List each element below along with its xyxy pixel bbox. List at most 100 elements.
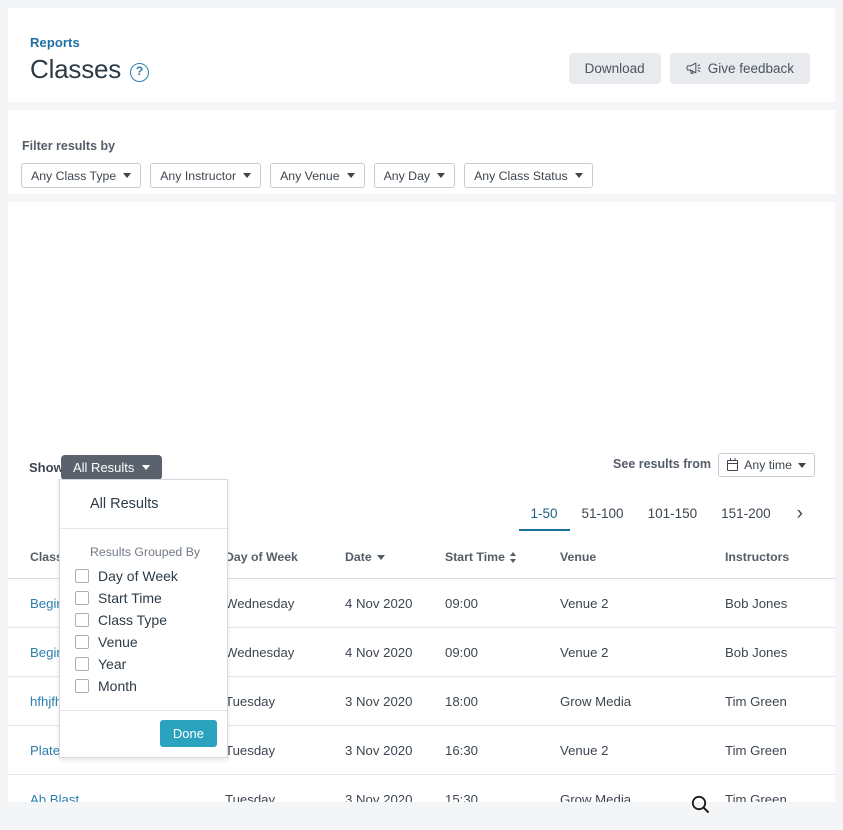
- cell-start-time: 09:00: [445, 579, 560, 628]
- cell-start-time-text: 09:00: [445, 645, 478, 660]
- column-header-venue[interactable]: Venue: [560, 550, 725, 579]
- chevron-down-icon: [798, 463, 806, 468]
- cell-date-text: 3 Nov 2020: [345, 694, 412, 709]
- page-title-row: Classes ?: [30, 54, 149, 85]
- filter-day-label: Any Day: [384, 169, 430, 183]
- filter-class-status[interactable]: Any Class Status: [464, 163, 593, 188]
- cell-day-of-week: Tuesday: [225, 726, 345, 775]
- time-range-filter[interactable]: Any time: [718, 453, 815, 477]
- cell-day-of-week: Wednesday: [225, 579, 345, 628]
- breadcrumb-reports[interactable]: Reports: [30, 35, 80, 50]
- column-header-instructors[interactable]: Instructors: [725, 550, 835, 579]
- cell-instructors: Tim Green: [725, 775, 835, 803]
- cell-class-name-text: hfhjfh: [30, 694, 62, 709]
- cell-venue-text: Venue 2: [560, 645, 608, 660]
- page-root: Reports Classes ? Download Give feedback: [0, 0, 843, 830]
- cell-class-name[interactable]: Ab Blast: [8, 775, 225, 803]
- download-button[interactable]: Download: [569, 53, 661, 84]
- dropdown-option-day-of-week[interactable]: Day of Week: [60, 565, 227, 587]
- dropdown-option-all-results[interactable]: All Results: [60, 480, 227, 529]
- dropdown-option-label: Month: [98, 678, 137, 694]
- column-header-day-of-week[interactable]: Day of Week: [225, 550, 345, 579]
- dropdown-option-start-time[interactable]: Start Time: [60, 587, 227, 609]
- cell-venue: Venue 2: [560, 726, 725, 775]
- chevron-down-icon: [437, 173, 445, 178]
- cell-date-text: 3 Nov 2020: [345, 743, 412, 758]
- filter-day[interactable]: Any Day: [374, 163, 455, 188]
- header-actions: Download Give feedback: [569, 53, 810, 84]
- dropdown-option-label: Day of Week: [98, 568, 178, 584]
- grouping-dropdown-label: All Results: [73, 460, 134, 475]
- cell-start-time: 18:00: [445, 677, 560, 726]
- checkbox-icon[interactable]: [75, 569, 89, 583]
- filter-results-by-label: Filter results by: [22, 139, 115, 153]
- cell-instructors: Bob Jones: [725, 628, 835, 677]
- column-header-day-of-week-label: Day of Week: [225, 550, 298, 564]
- pagination-page-1-50[interactable]: 1-50: [519, 502, 570, 531]
- filter-instructor-label: Any Instructor: [160, 169, 236, 183]
- give-feedback-label: Give feedback: [708, 61, 794, 76]
- filter-venue[interactable]: Any Venue: [270, 163, 365, 188]
- done-button[interactable]: Done: [160, 720, 217, 747]
- pagination-page-151-200[interactable]: 151-200: [709, 502, 783, 529]
- cell-venue: Grow Media: [560, 677, 725, 726]
- cell-instructors-text: Bob Jones: [725, 596, 787, 611]
- cell-venue-text: Grow Media: [560, 694, 631, 709]
- cell-start-time-text: 15:30: [445, 792, 478, 802]
- dropdown-option-month[interactable]: Month: [60, 675, 227, 697]
- dropdown-group-label: Results Grouped By: [60, 529, 227, 565]
- cell-date: 3 Nov 2020: [345, 677, 445, 726]
- cell-venue: Venue 2: [560, 628, 725, 677]
- chevron-down-icon: [142, 465, 150, 470]
- give-feedback-button[interactable]: Give feedback: [670, 53, 810, 84]
- checkbox-icon[interactable]: [75, 679, 89, 693]
- download-button-label: Download: [585, 61, 645, 76]
- cell-date-text: 4 Nov 2020: [345, 645, 412, 660]
- show-label: Show: [29, 460, 64, 475]
- pagination: 1-50 51-100 101-150 151-200 ›: [519, 502, 814, 531]
- filter-class-type-label: Any Class Type: [31, 169, 116, 183]
- filter-class-type[interactable]: Any Class Type: [21, 163, 141, 188]
- checkbox-icon[interactable]: [75, 657, 89, 671]
- checkbox-icon[interactable]: [75, 591, 89, 605]
- dropdown-options-list: Day of Week Start Time Class Type Venue Year…: [60, 565, 227, 697]
- chevron-right-icon[interactable]: ›: [783, 502, 813, 526]
- dropdown-option-year[interactable]: Year: [60, 653, 227, 675]
- cell-day-of-week: Tuesday: [225, 775, 345, 803]
- cell-venue-text: Venue 2: [560, 743, 608, 758]
- grouping-dropdown-panel: All Results Results Grouped By Day of We…: [59, 479, 228, 758]
- column-header-class-label: Class: [30, 550, 63, 564]
- cell-start-time: 09:00: [445, 628, 560, 677]
- grouping-dropdown-button[interactable]: All Results: [61, 455, 162, 480]
- column-header-start-time-label: Start Time: [445, 550, 505, 564]
- checkbox-icon[interactable]: [75, 613, 89, 627]
- dropdown-option-class-type[interactable]: Class Type: [60, 609, 227, 631]
- pagination-page-101-150[interactable]: 101-150: [636, 502, 710, 529]
- filter-pill-row: Any Class Type Any Instructor Any Venue …: [21, 163, 593, 188]
- cell-day-of-week: Wednesday: [225, 628, 345, 677]
- cell-date: 3 Nov 2020: [345, 775, 445, 803]
- chevron-down-icon: [575, 173, 583, 178]
- filter-venue-label: Any Venue: [280, 169, 340, 183]
- cell-venue-text: Venue 2: [560, 596, 608, 611]
- column-header-instructors-label: Instructors: [725, 550, 789, 564]
- column-header-start-time[interactable]: Start Time: [445, 550, 560, 579]
- pagination-page-51-100[interactable]: 51-100: [570, 502, 636, 529]
- cell-date: 4 Nov 2020: [345, 579, 445, 628]
- time-range-filter-label: Any time: [744, 458, 792, 472]
- column-header-date[interactable]: Date: [345, 550, 445, 579]
- checkbox-icon[interactable]: [75, 635, 89, 649]
- filter-instructor[interactable]: Any Instructor: [150, 163, 261, 188]
- see-results-from-label: See results from: [613, 457, 711, 471]
- question-mark-circle-icon[interactable]: ?: [130, 63, 149, 82]
- dropdown-option-venue[interactable]: Venue: [60, 631, 227, 653]
- dropdown-option-label: Class Type: [98, 612, 167, 628]
- cell-instructors-text: Tim Green: [725, 792, 787, 802]
- cell-date: 3 Nov 2020: [345, 726, 445, 775]
- cell-start-time: 16:30: [445, 726, 560, 775]
- cell-instructors-text: Bob Jones: [725, 645, 787, 660]
- cell-day-of-week: Tuesday: [225, 677, 345, 726]
- dropdown-option-label: Year: [98, 656, 126, 672]
- cell-day-of-week-text: Tuesday: [225, 792, 275, 802]
- cell-start-time: 15:30: [445, 775, 560, 803]
